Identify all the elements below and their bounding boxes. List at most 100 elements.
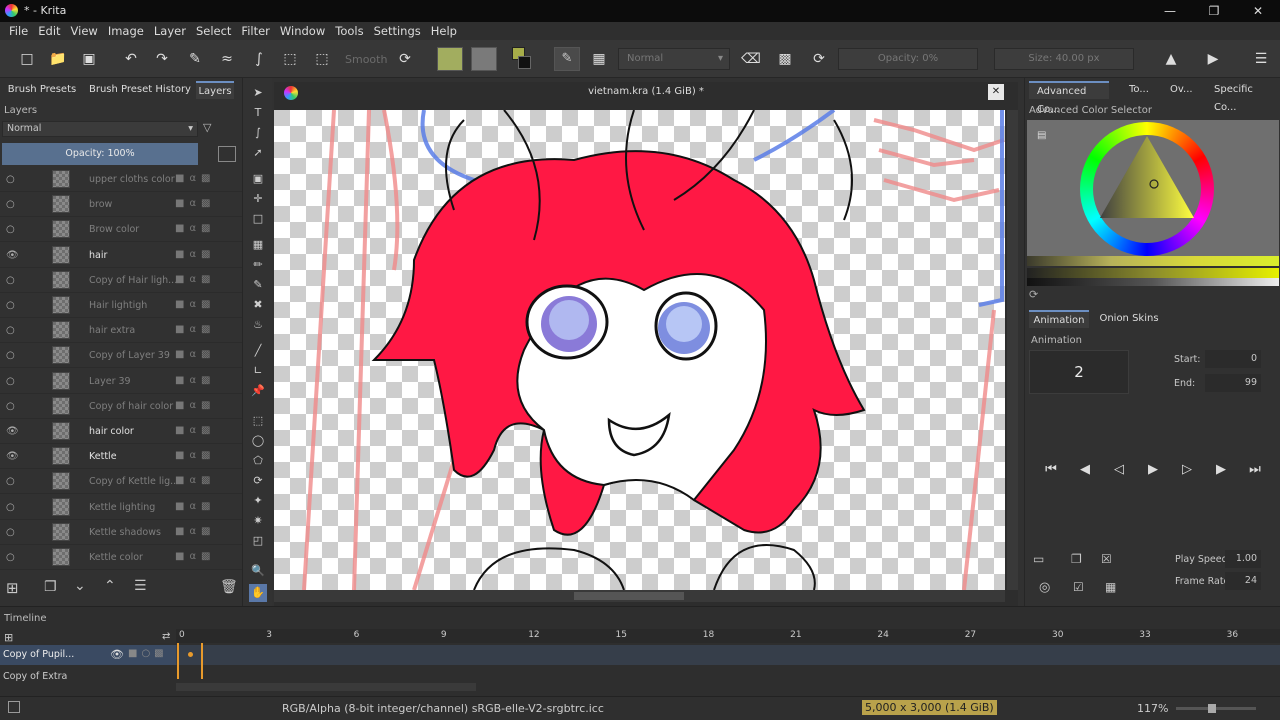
visibility-eye-icon[interactable]: 👁: [110, 648, 124, 661]
layer-lock-icons[interactable]: ■α▩: [175, 173, 216, 184]
layer-properties-icon[interactable]: [218, 146, 236, 162]
gradient-swatch[interactable]: [471, 47, 497, 71]
menu-tools[interactable]: Tools: [330, 22, 368, 38]
settings-menu-icon[interactable]: ☰: [1250, 49, 1272, 69]
freehand-brush-icon[interactable]: ✎: [184, 49, 206, 69]
crop-tool-icon[interactable]: ▣: [249, 170, 267, 188]
move-layer-up-icon[interactable]: ⌃: [104, 578, 116, 594]
move-layer-down-icon[interactable]: ⌄: [74, 578, 86, 594]
layer-lock-icons[interactable]: ■α▩: [175, 349, 216, 360]
first-frame-icon[interactable]: ⏮: [1041, 462, 1061, 482]
tab-advanced-color[interactable]: Advanced Co...: [1029, 81, 1109, 115]
play-speed-input[interactable]: 1.00: [1225, 550, 1261, 568]
brush-size-slider[interactable]: Size: 40.00 px: [994, 48, 1134, 70]
layer-row[interactable]: ○ upper cloths color ■α▩: [0, 167, 242, 192]
visibility-eye-icon[interactable]: ○: [6, 174, 18, 185]
layer-row[interactable]: ○ Hair lightigh ■α▩: [0, 293, 242, 318]
tab-layers[interactable]: Layers: [196, 81, 234, 99]
redo-icon[interactable]: ↷: [151, 49, 173, 69]
last-frame-icon[interactable]: ⏭: [1245, 462, 1265, 482]
close-icon[interactable]: ✕: [1238, 0, 1278, 22]
layer-lock-icons[interactable]: ■α▩: [175, 526, 216, 537]
menu-select[interactable]: Select: [191, 22, 236, 38]
layer-row[interactable]: ○ brow ■α▩: [0, 192, 242, 218]
add-layer-icon[interactable]: ⊞: [6, 579, 19, 597]
background-color-swatch[interactable]: [518, 56, 531, 69]
shade-strip-2[interactable]: [1027, 268, 1279, 278]
layer-lock-icons[interactable]: ■α▩: [175, 324, 216, 335]
blend-mode-select[interactable]: Normal ▾: [618, 48, 730, 70]
selection-icon[interactable]: ⬚: [311, 49, 333, 69]
drop-frames-icon[interactable]: ☑: [1073, 580, 1084, 594]
ellipse-select-icon[interactable]: ◯: [249, 432, 267, 450]
measure-tool-icon[interactable]: ∟: [249, 362, 267, 380]
visibility-eye-icon[interactable]: ○: [6, 199, 18, 210]
timeline-ruler[interactable]: 0 3 6 9 12 15 18 21 24 27 30 33 36: [176, 629, 1280, 643]
rotate-icon[interactable]: ⟳: [394, 49, 416, 69]
refresh-icon[interactable]: ⟳: [1029, 288, 1038, 301]
transform-tool-icon[interactable]: □: [249, 210, 267, 228]
layer-lock-icons[interactable]: ■α▩: [175, 223, 216, 234]
color-selector-area[interactable]: ▤: [1027, 120, 1279, 258]
layer-row[interactable]: ○ Copy of Hair ligh... ■α▩: [0, 268, 242, 293]
layer-lock-icons[interactable]: ■α▩: [175, 299, 216, 310]
smart-patch-icon[interactable]: ✖: [249, 296, 267, 314]
menu-window[interactable]: Window: [275, 22, 330, 38]
menu-settings[interactable]: Settings: [369, 22, 426, 38]
visibility-eye-icon[interactable]: ○: [6, 275, 18, 286]
workspace-grid-icon[interactable]: ▦: [588, 49, 610, 69]
delete-layer-icon[interactable]: 🗑: [220, 579, 238, 595]
layer-lock-icons[interactable]: ■α▩: [175, 475, 216, 486]
move-tool-icon[interactable]: ✛: [249, 190, 267, 208]
zoom-slider-handle[interactable]: [1208, 704, 1216, 713]
freehand-select-icon[interactable]: ⟳: [249, 472, 267, 490]
keyframe-marker[interactable]: [188, 652, 193, 657]
menu-edit[interactable]: Edit: [33, 22, 65, 38]
previous-keyframe-icon[interactable]: ◀: [1075, 462, 1095, 482]
layer-lock-icons[interactable]: ■α▩: [175, 425, 216, 436]
tab-brush-preset-history[interactable]: Brush Preset History: [84, 81, 196, 99]
copy-frame-icon[interactable]: ❐: [1071, 552, 1082, 566]
loop-icon[interactable]: ▦: [1105, 580, 1116, 594]
onion-skin-icon[interactable]: ◎: [1039, 580, 1050, 595]
start-frame-input[interactable]: 0: [1205, 350, 1261, 368]
layer-blend-mode-select[interactable]: Normal ▾: [2, 121, 198, 137]
menu-view[interactable]: View: [66, 22, 103, 38]
minimize-icon[interactable]: —: [1150, 0, 1190, 22]
dynamic-brush-icon[interactable]: ≈: [216, 49, 238, 69]
open-folder-icon[interactable]: 📁: [47, 49, 69, 69]
visibility-eye-icon[interactable]: ○: [6, 502, 18, 513]
duplicate-layer-icon[interactable]: ❐: [44, 579, 57, 595]
layer-row[interactable]: ○ Copy of hair color ■α▩: [0, 394, 242, 419]
selection-mode-icon[interactable]: [8, 701, 20, 713]
vertical-scrollbar[interactable]: [1007, 110, 1018, 590]
tab-specific-color[interactable]: Specific Co...: [1214, 81, 1278, 113]
similar-select-icon[interactable]: ✷: [249, 512, 267, 530]
play-icon[interactable]: ▶: [1143, 462, 1163, 482]
visibility-eye-icon[interactable]: ○: [6, 401, 18, 412]
visibility-eye-icon[interactable]: ○: [6, 376, 18, 387]
close-document-icon[interactable]: ✕: [988, 84, 1004, 100]
layer-lock-icons[interactable]: ■α▩: [175, 551, 216, 562]
layer-options-icon[interactable]: ☰: [134, 578, 147, 594]
opacity-slider[interactable]: Opacity: 0%: [838, 48, 978, 70]
rect-select-icon[interactable]: ⬚: [249, 412, 267, 430]
tab-brush-presets[interactable]: Brush Presets: [2, 81, 82, 99]
visibility-eye-icon[interactable]: ○: [6, 552, 18, 563]
timeline-settings-icon[interactable]: ⇄: [162, 631, 170, 642]
polygon-select-icon[interactable]: ⬠: [249, 452, 267, 470]
color-picker-icon[interactable]: ✏: [249, 256, 267, 274]
text-tool-icon[interactable]: T: [249, 104, 267, 122]
visibility-eye-icon[interactable]: ○: [6, 350, 18, 361]
eraser-icon[interactable]: ⌫: [740, 49, 762, 69]
contiguous-select-icon[interactable]: ✦: [249, 492, 267, 510]
gradient-tool-icon[interactable]: ▦: [249, 236, 267, 254]
previous-frame-icon[interactable]: ◁: [1109, 462, 1129, 482]
shade-strip-3[interactable]: [1027, 278, 1279, 286]
menu-file[interactable]: File: [4, 22, 33, 38]
layer-row[interactable]: ○ Kettle shadows ■α▩: [0, 520, 242, 545]
layer-lock-icons[interactable]: ■α▩: [175, 198, 216, 209]
layer-row[interactable]: ○ Layer 39 ■α▩: [0, 369, 242, 394]
visibility-eye-icon[interactable]: 👁: [6, 250, 19, 261]
reload-preset-icon[interactable]: ⟳: [808, 49, 830, 69]
